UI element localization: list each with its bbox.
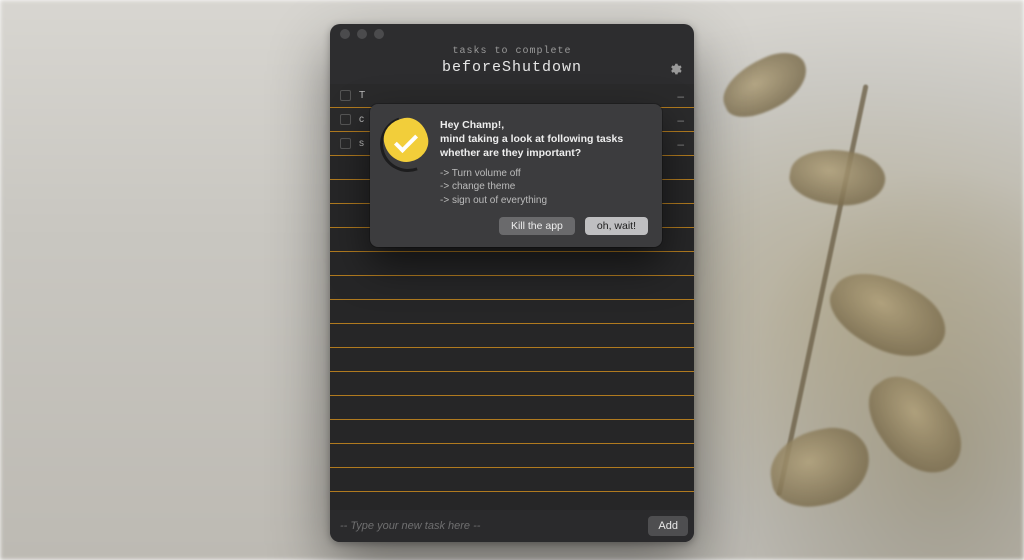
kill-app-button[interactable]: Kill the app bbox=[499, 217, 575, 235]
dialog-task-list: Turn volume off change theme sign out of… bbox=[440, 167, 648, 208]
checkbox-icon[interactable] bbox=[340, 138, 351, 149]
footer: Add bbox=[330, 510, 694, 542]
task-row[interactable] bbox=[330, 444, 694, 468]
task-row[interactable] bbox=[330, 372, 694, 396]
header-subtitle: tasks to complete bbox=[330, 46, 694, 57]
task-row[interactable] bbox=[330, 300, 694, 324]
task-text: s bbox=[359, 138, 364, 149]
delete-icon[interactable]: – bbox=[677, 90, 684, 102]
traffic-close-icon[interactable] bbox=[340, 29, 350, 39]
checkbox-icon[interactable] bbox=[340, 90, 351, 101]
wait-button[interactable]: oh, wait! bbox=[585, 217, 648, 235]
gear-icon[interactable] bbox=[668, 62, 682, 76]
traffic-zoom-icon[interactable] bbox=[374, 29, 384, 39]
dialog-task-item: sign out of everything bbox=[440, 194, 648, 208]
traffic-minimize-icon[interactable] bbox=[357, 29, 367, 39]
app-logo-icon bbox=[384, 118, 428, 162]
titlebar[interactable] bbox=[330, 24, 694, 44]
delete-icon[interactable]: – bbox=[677, 114, 684, 126]
task-row[interactable] bbox=[330, 276, 694, 300]
task-row[interactable] bbox=[330, 348, 694, 372]
app-window: tasks to complete beforeShutdown T – c –… bbox=[330, 24, 694, 542]
task-row[interactable] bbox=[330, 396, 694, 420]
add-button[interactable]: Add bbox=[648, 516, 688, 536]
task-row[interactable] bbox=[330, 420, 694, 444]
checkbox-icon[interactable] bbox=[340, 114, 351, 125]
header-title: beforeShutdown bbox=[330, 59, 694, 76]
dialog-task-item: change theme bbox=[440, 180, 648, 194]
task-row[interactable] bbox=[330, 324, 694, 348]
dialog-greeting: Hey Champ!, bbox=[440, 119, 504, 131]
dialog-task-item: Turn volume off bbox=[440, 167, 648, 181]
task-row[interactable] bbox=[330, 252, 694, 276]
task-text: T bbox=[359, 90, 365, 101]
delete-icon[interactable]: – bbox=[677, 138, 684, 150]
task-text: c bbox=[359, 114, 364, 125]
task-row[interactable] bbox=[330, 468, 694, 492]
dialog-line2: whether are they important? bbox=[440, 147, 581, 159]
dialog-line1: mind taking a look at following tasks bbox=[440, 133, 623, 145]
confirm-dialog: Hey Champ!, mind taking a look at follow… bbox=[370, 104, 662, 247]
app-header: tasks to complete beforeShutdown bbox=[330, 44, 694, 84]
new-task-input[interactable] bbox=[340, 520, 640, 532]
